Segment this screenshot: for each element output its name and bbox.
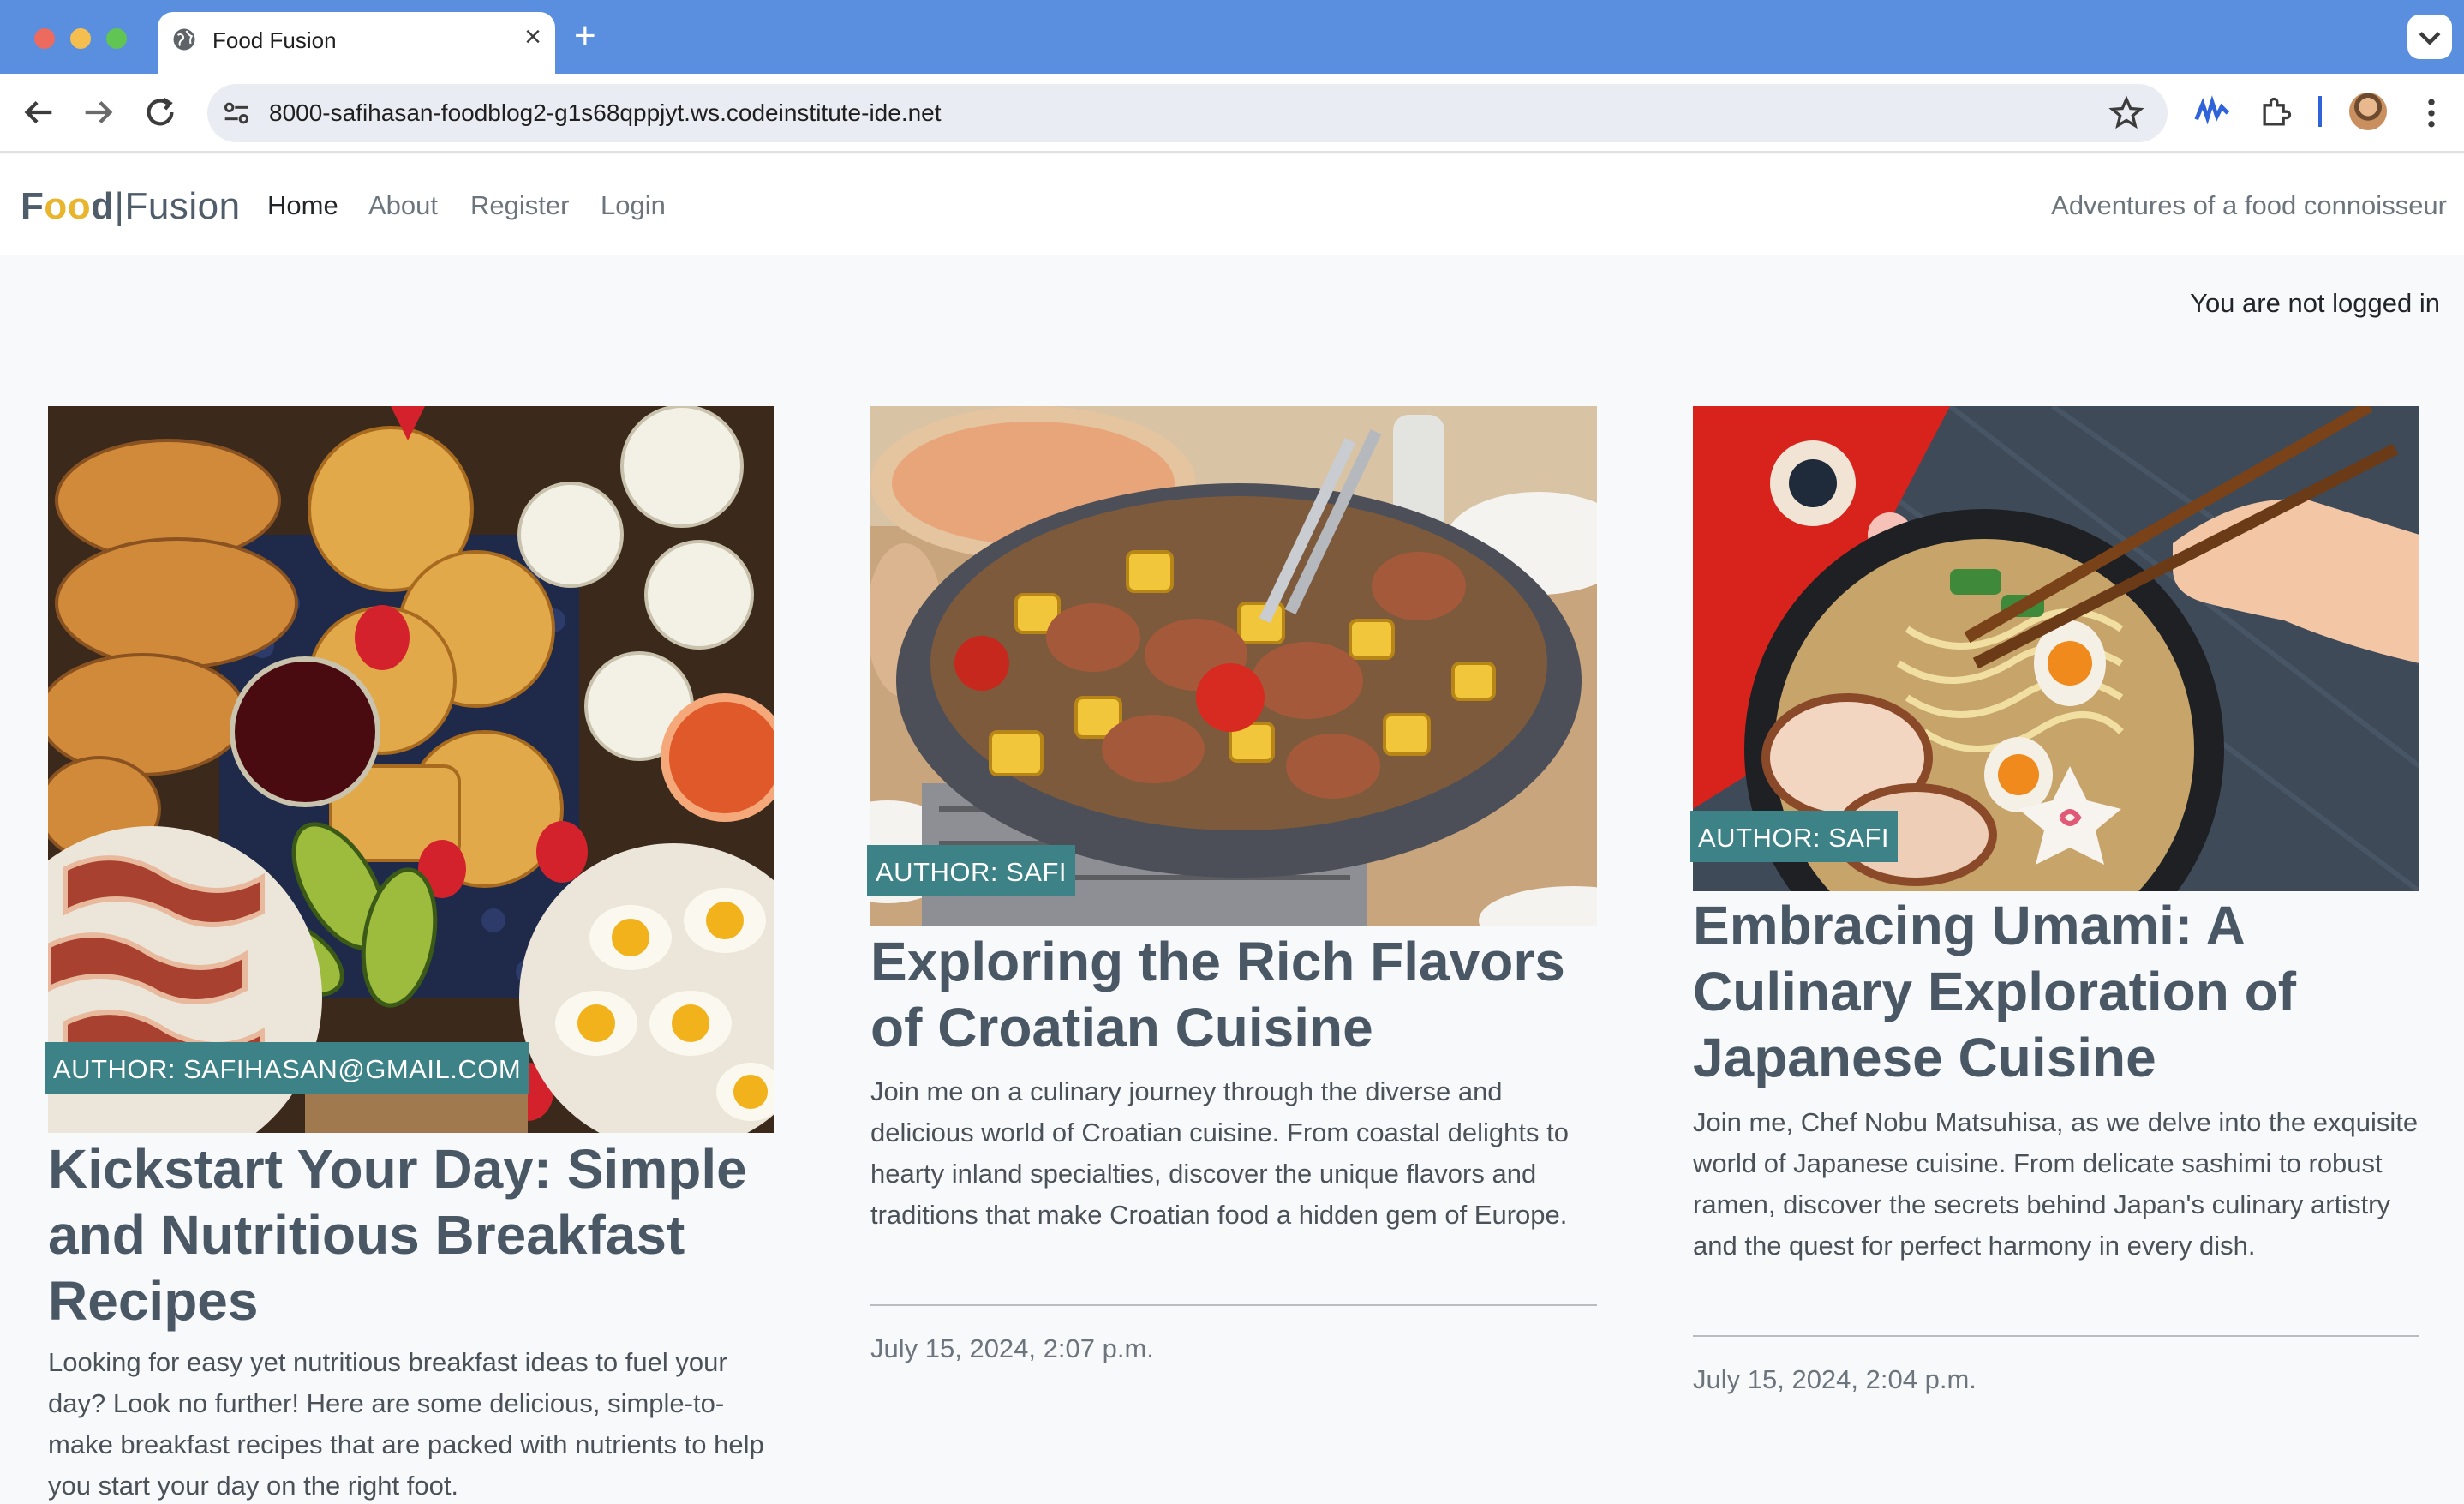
star-icon[interactable] (2108, 94, 2145, 132)
post-image-breakfast[interactable] (48, 406, 774, 1133)
tab-search-button[interactable] (2407, 15, 2452, 59)
browser-toolbar: 8000-safihasan-foodblog2-g1s68qppjyt.ws.… (0, 74, 2464, 153)
toolbar-separator (2318, 96, 2322, 127)
plus-icon[interactable]: + (574, 17, 596, 55)
post-card: AUTHOR: SAFI Embracing Umami: A Culinary… (1690, 406, 2419, 1394)
forward-arrow-icon[interactable] (79, 93, 118, 132)
profile-avatar[interactable] (2349, 93, 2387, 130)
url-text[interactable]: 8000-safihasan-foodblog2-g1s68qppjyt.ws.… (269, 99, 942, 127)
close-icon[interactable]: × (524, 22, 541, 51)
post-excerpt: Looking for easy yet nutritious breakfas… (48, 1347, 764, 1501)
card-divider (870, 1304, 1597, 1306)
login-status: You are not logged in (2190, 288, 2440, 318)
close-window-button[interactable] (34, 28, 55, 49)
nav-about[interactable]: About (368, 190, 438, 221)
post-excerpt: Join me, Chef Nobu Matsuhisa, as we delv… (1693, 1107, 2419, 1261)
author-badge: AUTHOR: SAFI (867, 845, 1076, 896)
nav-register[interactable]: Register (470, 190, 569, 221)
address-bar[interactable]: 8000-safihasan-foodblog2-g1s68qppjyt.ws.… (207, 84, 2168, 142)
post-excerpt: Join me on a culinary journey through th… (870, 1076, 1569, 1230)
tab-title: Food Fusion (212, 27, 337, 53)
site-navbar: Food|Fusion Home About Register Login Ad… (0, 154, 2464, 255)
globe-icon (173, 28, 195, 51)
site-tagline: Adventures of a food connoisseur (2051, 190, 2447, 220)
maximize-window-button[interactable] (106, 28, 127, 49)
brand-logo[interactable]: Food|Fusion (21, 185, 241, 228)
reload-icon[interactable] (141, 93, 180, 132)
post-card: AUTHOR: SAFIHASAN@GMAIL.COM Kickstart Yo… (45, 406, 774, 1504)
post-title[interactable]: Exploring the Rich Flavors of Croatian C… (870, 929, 1597, 1061)
nav-login[interactable]: Login (601, 190, 666, 221)
post-date: July 15, 2024, 2:04 p.m. (1693, 1364, 1977, 1394)
kebab-menu-icon[interactable] (2413, 94, 2450, 132)
back-arrow-icon[interactable] (19, 93, 58, 132)
post-title[interactable]: Kickstart Your Day: Simple and Nutritiou… (48, 1136, 774, 1334)
puzzle-icon[interactable] (2257, 94, 2294, 132)
minimize-window-button[interactable] (70, 28, 91, 49)
post-title[interactable]: Embracing Umami: A Culinary Exploration … (1693, 893, 2419, 1091)
extension-wave-icon[interactable] (2193, 94, 2231, 132)
author-badge: AUTHOR: SAFI (1690, 811, 1899, 862)
chevron-down-icon (2419, 32, 2441, 45)
browser-titlebar: Food Fusion × + (0, 0, 2464, 74)
site-info-icon[interactable] (219, 96, 254, 130)
browser-tab[interactable]: Food Fusion × (158, 12, 555, 74)
author-badge: AUTHOR: SAFIHASAN@GMAIL.COM (45, 1042, 530, 1094)
nav-home[interactable]: Home (267, 190, 338, 221)
card-divider (1693, 1335, 2419, 1337)
post-card: AUTHOR: SAFI Exploring the Rich Flavors … (867, 406, 1597, 1363)
post-date: July 15, 2024, 2:07 p.m. (870, 1333, 1154, 1363)
